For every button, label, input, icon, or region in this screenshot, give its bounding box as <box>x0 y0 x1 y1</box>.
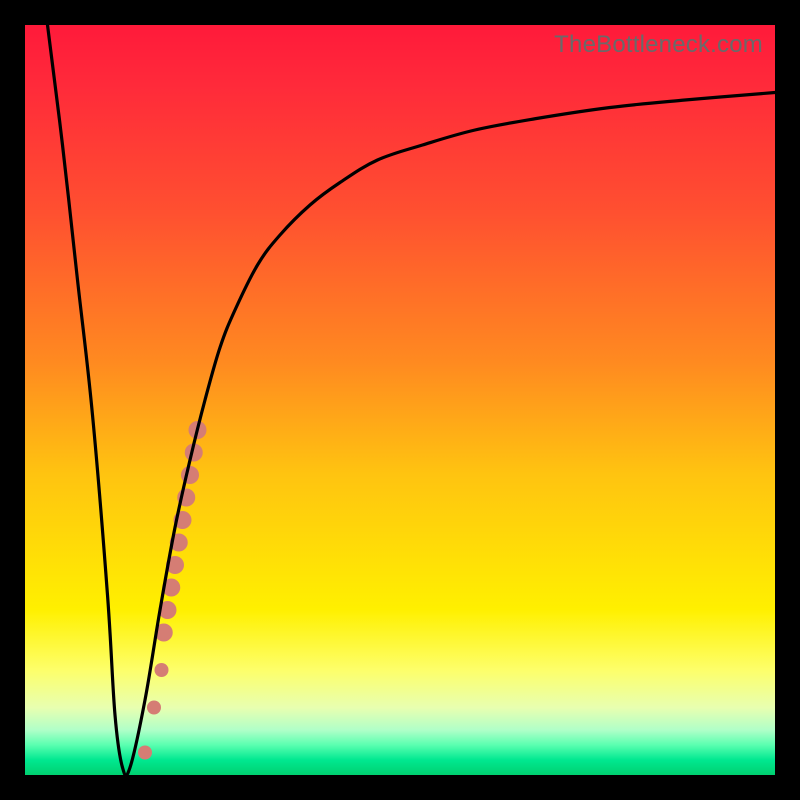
highlight-markers <box>138 421 207 760</box>
plot-area: TheBottleneck.com <box>25 25 775 775</box>
curve-layer <box>25 25 775 775</box>
highlight-dot <box>147 701 161 715</box>
chart-frame: TheBottleneck.com <box>0 0 800 800</box>
highlight-dot <box>155 663 169 677</box>
highlight-dot <box>138 746 152 760</box>
main-curve <box>48 25 776 776</box>
